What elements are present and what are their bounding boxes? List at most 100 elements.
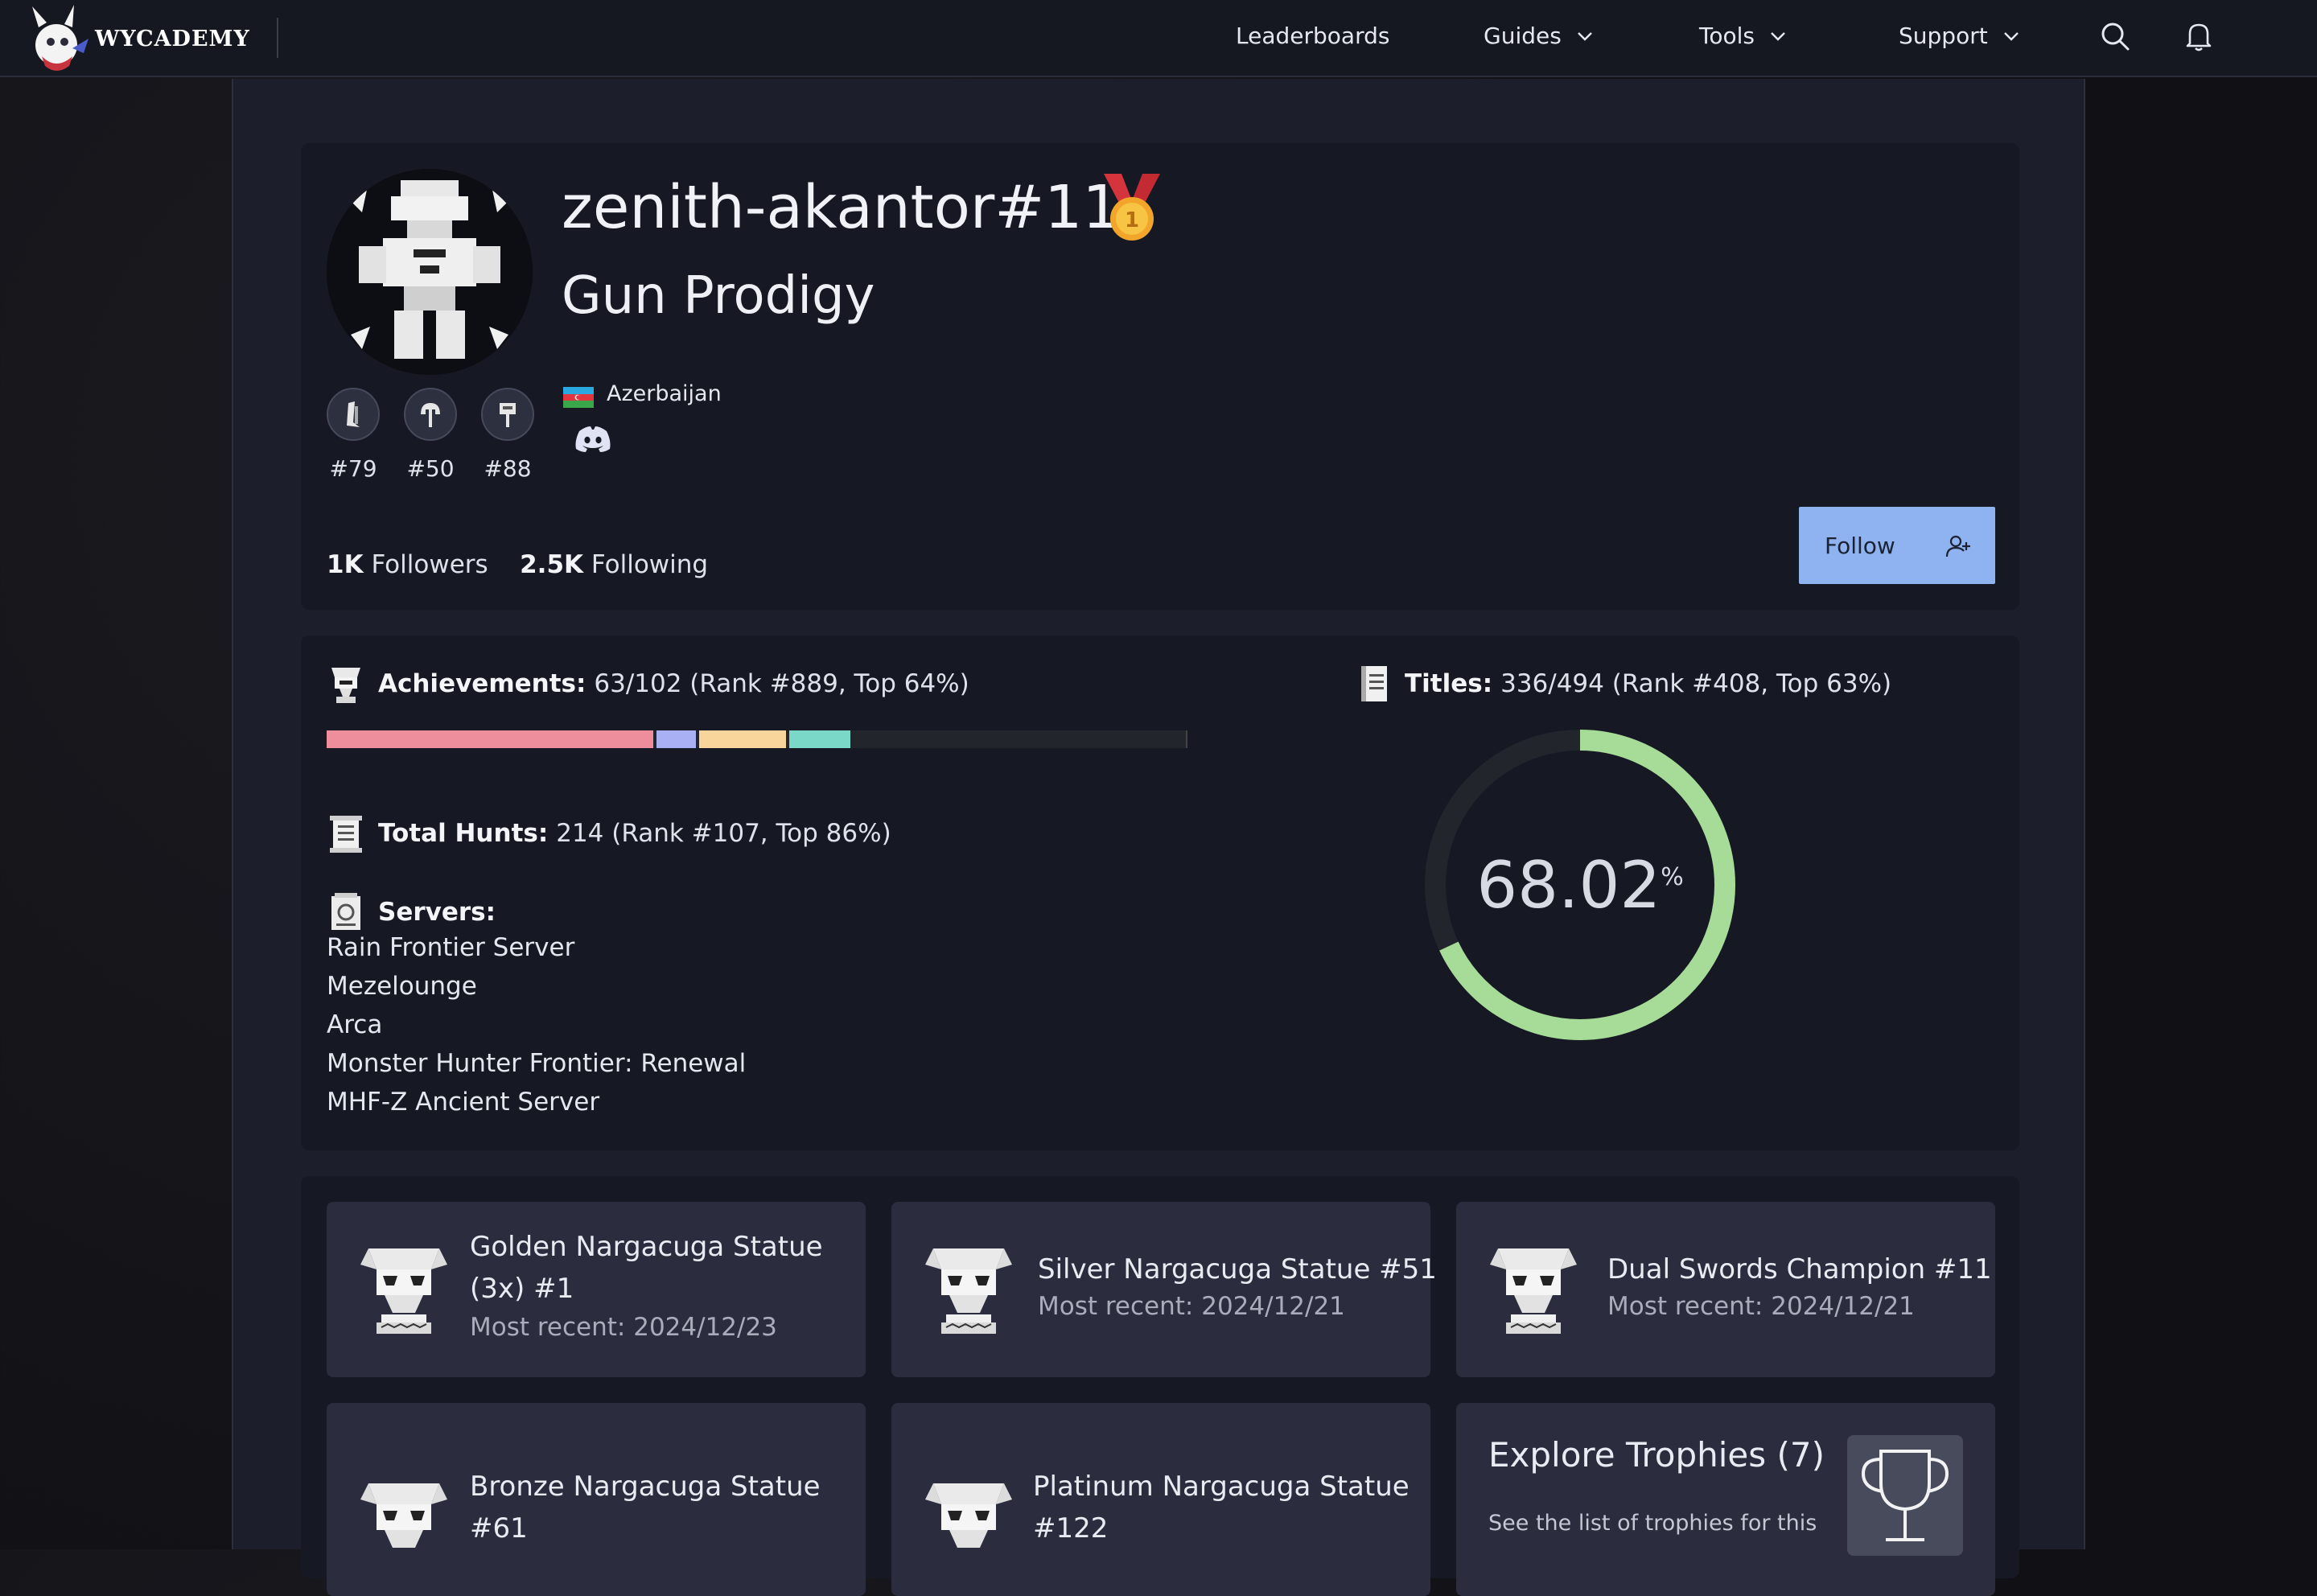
trophy-tile[interactable]: Golden Nargacuga Statue (3x) #1 Most rec… [327,1202,866,1377]
discord-icon[interactable] [574,425,611,454]
nav-leaderboards-label: Leaderboards [1236,23,1390,49]
profile-card: zenith-akantor#11 1 Gun Prodigy #79 #50 … [301,143,2019,610]
trophy-name-line1: Bronze Nargacuga Statue [470,1471,821,1503]
weapon-hunting-horn-icon [421,403,440,427]
trophy-name-line2: #61 [470,1512,528,1545]
search-icon[interactable] [2098,19,2132,53]
add-user-icon [1945,535,1970,557]
main-content: zenith-akantor#11 1 Gun Prodigy #79 #50 … [232,79,2085,1596]
titles-scroll-icon [1361,666,1387,701]
trophy-name: Golden Nargacuga Statue (3x) #1 [470,1226,823,1310]
explore-trophies-tile[interactable]: Explore Trophies (7) See the list of tro… [1456,1403,1995,1596]
nav-support[interactable]: Support [1899,23,2020,49]
trophy-date: Most recent: 2024/12/21 [1038,1292,1345,1321]
achievement-bar-segment [656,730,696,748]
nav-leaderboards[interactable]: Leaderboards [1236,23,1389,49]
trophy-name-line1: Platinum Nargacuga Statue [1033,1471,1410,1503]
completion-ring: 68.02% [1419,724,1741,1046]
hunter-avatar-icon [327,169,533,375]
chevron-down-icon [1771,31,1785,41]
quest-scroll-icon [330,816,362,853]
servers-label: Servers: [378,898,496,927]
trophy-name-line1: Golden Nargacuga Statue [470,1231,823,1263]
trophy-name: Silver Nargacuga Statue #51 [1038,1253,1437,1285]
titles-stat: Titles: 336/494 (Rank #408, Top 63%) [1356,663,1891,705]
nav-guides-label: Guides [1484,23,1562,49]
server-item: Mezelounge [327,972,477,1001]
server-item: Monster Hunter Frontier: Renewal [327,1049,747,1078]
username: zenith-akantor#11 [562,173,1121,242]
nav-divider [277,18,278,58]
follow-button-label: Follow [1825,532,1895,559]
chevron-down-icon [1577,31,1592,41]
achievement-progress-bar [327,730,1187,748]
weapon-rank-badge[interactable] [327,388,380,441]
achievement-bar-segment [789,730,850,748]
following-count: 2.5K [520,550,584,579]
brand-name: WYCADEMY [95,26,250,51]
chevron-down-icon [2003,31,2019,41]
server-item: Arca [327,1010,383,1039]
titles-label: Titles: [1405,669,1493,698]
achievement-bar-segment [699,730,786,748]
explore-trophies-title: Explore Trophies (7) [1488,1435,1825,1475]
trophies-card: Golden Nargacuga Statue (3x) #1 Most rec… [301,1176,2019,1596]
nargacuga-statue-icon [360,1248,447,1334]
wycademy-logo-icon [32,5,88,71]
explore-trophies-icon-box [1847,1435,1963,1556]
weapon-rank-label: #88 [484,455,532,482]
trophy-cup-icon [1861,1450,1949,1541]
nargacuga-statue-icon [360,1483,447,1548]
trophy-tile[interactable]: Platinum Nargacuga Statue #122 [891,1403,1430,1596]
svg-text:1: 1 [1125,208,1139,232]
top-nav: WYCADEMY Leaderboards Guides Tools Suppo… [0,0,2317,77]
server-item: Rain Frontier Server [327,933,575,962]
country-name: Azerbaijan [607,381,722,406]
stats-card: Achievements: 63/102 (Rank #889, Top 64%… [301,636,2019,1150]
nav-guides[interactable]: Guides [1484,23,1594,49]
trophy-name: Bronze Nargacuga Statue #61 [470,1466,821,1549]
dual-swords-trophy-icon [1490,1248,1577,1334]
total-hunts-stat: Total Hunts: 214 (Rank #107, Top 86%) [327,812,891,854]
weapon-rank-badge[interactable] [481,388,534,441]
weapon-rank-label: #50 [406,455,455,482]
nav-tools-label: Tools [1699,23,1755,49]
achievements-label: Achievements: [378,669,586,698]
following-label[interactable]: Following [591,550,708,579]
bell-icon[interactable] [2182,19,2216,53]
server-item: MHF-Z Ancient Server [327,1088,600,1117]
trophy-tile[interactable]: Dual Swords Champion #11 Most recent: 20… [1456,1202,1995,1377]
weapon-rank-label: #79 [329,455,377,482]
avatar [327,169,533,375]
trophy-name: Dual Swords Champion #11 [1607,1253,1992,1285]
nargacuga-statue-icon [925,1248,1012,1334]
hunts-value: 214 (Rank #107, Top 86%) [556,819,891,848]
trophy-date: Most recent: 2024/12/21 [1607,1292,1915,1321]
follow-button[interactable]: Follow [1799,507,1995,584]
completion-unit: % [1661,862,1684,891]
followers-label[interactable]: Followers [371,550,488,579]
titles-value: 336/494 (Rank #408, Top 63%) [1500,669,1892,698]
nav-tools[interactable]: Tools [1699,23,1787,49]
brand-logo[interactable]: WYCADEMY [24,3,250,74]
achievements-stat: Achievements: 63/102 (Rank #889, Top 64%… [327,663,969,705]
trophy-name: Platinum Nargacuga Statue #122 [1033,1466,1410,1549]
hunts-label: Total Hunts: [378,819,549,848]
trophy-tile[interactable]: Bronze Nargacuga Statue #61 [327,1403,866,1596]
achievements-value: 63/102 (Rank #889, Top 64%) [594,669,969,698]
trophy-name-line2: (3x) #1 [470,1273,574,1305]
weapon-rank-badge[interactable] [404,388,457,441]
achievement-bar-segment [327,730,653,748]
server-map-icon [331,893,360,930]
trophy-name-line2: #122 [1033,1512,1109,1545]
servers-stat: Servers: [327,891,504,933]
completion-number: 68.02 [1476,847,1661,923]
completion-value: 68.02% [1419,724,1741,1046]
nargacuga-statue-icon [925,1483,1012,1548]
trophy-tile[interactable]: Silver Nargacuga Statue #51 Most recent:… [891,1202,1437,1377]
weapon-hammer-icon [500,403,516,427]
weapon-lance-icon [347,401,360,427]
nav-support-label: Support [1899,23,1988,49]
player-title: Gun Prodigy [562,266,875,326]
azerbaijan-flag-icon [563,387,594,408]
